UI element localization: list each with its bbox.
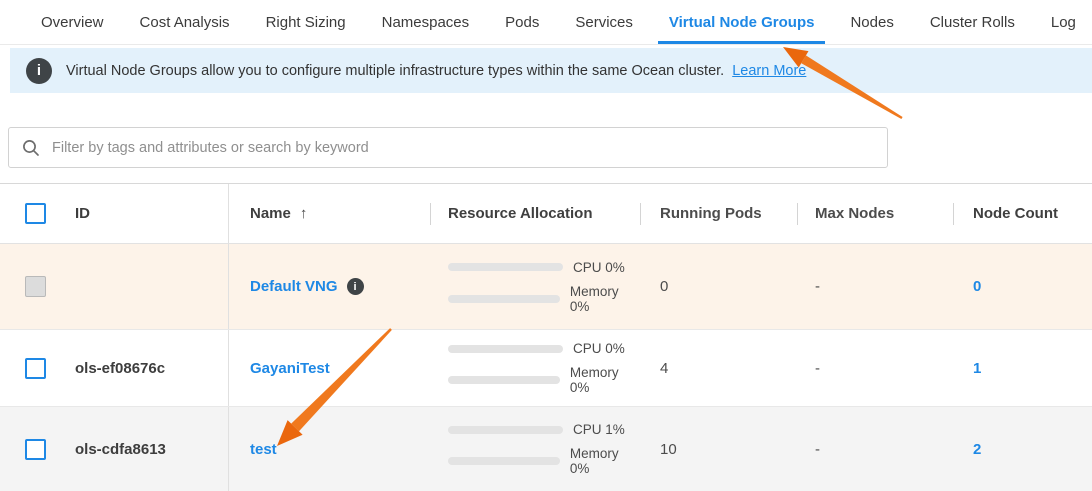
vng-name-link[interactable]: test (250, 441, 277, 458)
info-banner: i Virtual Node Groups allow you to confi… (10, 48, 1092, 93)
tab-cost-analysis[interactable]: Cost Analysis (129, 0, 241, 44)
filter-search-box[interactable] (8, 127, 888, 168)
column-header-id: ID (60, 184, 229, 243)
cell-max-nodes: - (797, 330, 953, 406)
tab-nodes[interactable]: Nodes (839, 0, 904, 44)
cpu-bar (448, 263, 563, 271)
tab-services[interactable]: Services (564, 0, 644, 44)
column-header-name[interactable]: Name ↑ (229, 184, 430, 243)
cpu-label: CPU 0% (573, 341, 625, 356)
node-count-link[interactable]: 1 (973, 360, 981, 377)
cell-resource-allocation: CPU 0% Memory 0% (430, 244, 640, 329)
tab-log[interactable]: Log (1040, 0, 1087, 44)
banner-text: Virtual Node Groups allow you to configu… (66, 63, 724, 79)
cell-id: ols-cdfa8613 (60, 407, 229, 491)
column-header-node-count: Node Count (953, 184, 1092, 243)
tab-overview[interactable]: Overview (30, 0, 115, 44)
cell-max-nodes: - (797, 407, 953, 491)
cell-max-nodes: - (797, 244, 953, 329)
search-icon (22, 139, 40, 157)
cell-running-pods: 0 (640, 244, 797, 329)
cpu-label: CPU 0% (573, 260, 625, 275)
node-count-link[interactable]: 0 (973, 278, 981, 295)
cell-running-pods: 10 (640, 407, 797, 491)
vng-name-link[interactable]: GayaniTest (250, 360, 330, 377)
info-icon: i (26, 58, 52, 84)
select-all-checkbox[interactable] (25, 203, 46, 224)
memory-label: Memory 0% (570, 365, 640, 395)
table-row: Default VNG i CPU 0% Memory 0% 0 - 0 (0, 244, 1092, 329)
row-checkbox[interactable] (25, 439, 46, 460)
tab-virtual-node-groups[interactable]: Virtual Node Groups (658, 0, 826, 44)
memory-label: Memory 0% (570, 284, 640, 314)
memory-bar (448, 376, 560, 384)
search-input[interactable] (50, 139, 887, 157)
memory-bar (448, 457, 560, 465)
table-row: ols-ef08676c GayaniTest CPU 0% Memory 0%… (0, 329, 1092, 406)
tab-pods[interactable]: Pods (494, 0, 550, 44)
memory-bar (448, 295, 560, 303)
cpu-label: CPU 1% (573, 422, 625, 437)
cell-id: ols-ef08676c (60, 330, 229, 406)
tab-namespaces[interactable]: Namespaces (371, 0, 481, 44)
sort-ascending-icon[interactable]: ↑ (300, 205, 308, 222)
cell-running-pods: 4 (640, 330, 797, 406)
vng-name-link[interactable]: Default VNG (250, 278, 338, 295)
column-header-max-nodes: Max Nodes (797, 184, 953, 243)
table-header-row: ID Name ↑ Resource Allocation Running Po… (0, 184, 1092, 244)
vng-table: ID Name ↑ Resource Allocation Running Po… (0, 183, 1092, 491)
learn-more-link[interactable]: Learn More (732, 63, 806, 79)
node-count-link[interactable]: 2 (973, 441, 981, 458)
column-header-running-pods: Running Pods (640, 184, 797, 243)
row-checkbox[interactable] (25, 358, 46, 379)
tab-right-sizing[interactable]: Right Sizing (255, 0, 357, 44)
cell-resource-allocation: CPU 0% Memory 0% (430, 330, 640, 406)
cell-id (60, 244, 229, 329)
table-row: ols-cdfa8613 test CPU 1% Memory 0% 10 - … (0, 406, 1092, 491)
cluster-tab-bar: Overview Cost Analysis Right Sizing Name… (0, 0, 1092, 45)
default-vng-info-icon[interactable]: i (347, 278, 364, 295)
cell-resource-allocation: CPU 1% Memory 0% (430, 407, 640, 491)
column-header-resource-allocation: Resource Allocation (430, 184, 640, 243)
tab-cluster-rolls[interactable]: Cluster Rolls (919, 0, 1026, 44)
cpu-bar (448, 426, 563, 434)
row-checkbox-disabled (25, 276, 46, 297)
cpu-bar (448, 345, 563, 353)
